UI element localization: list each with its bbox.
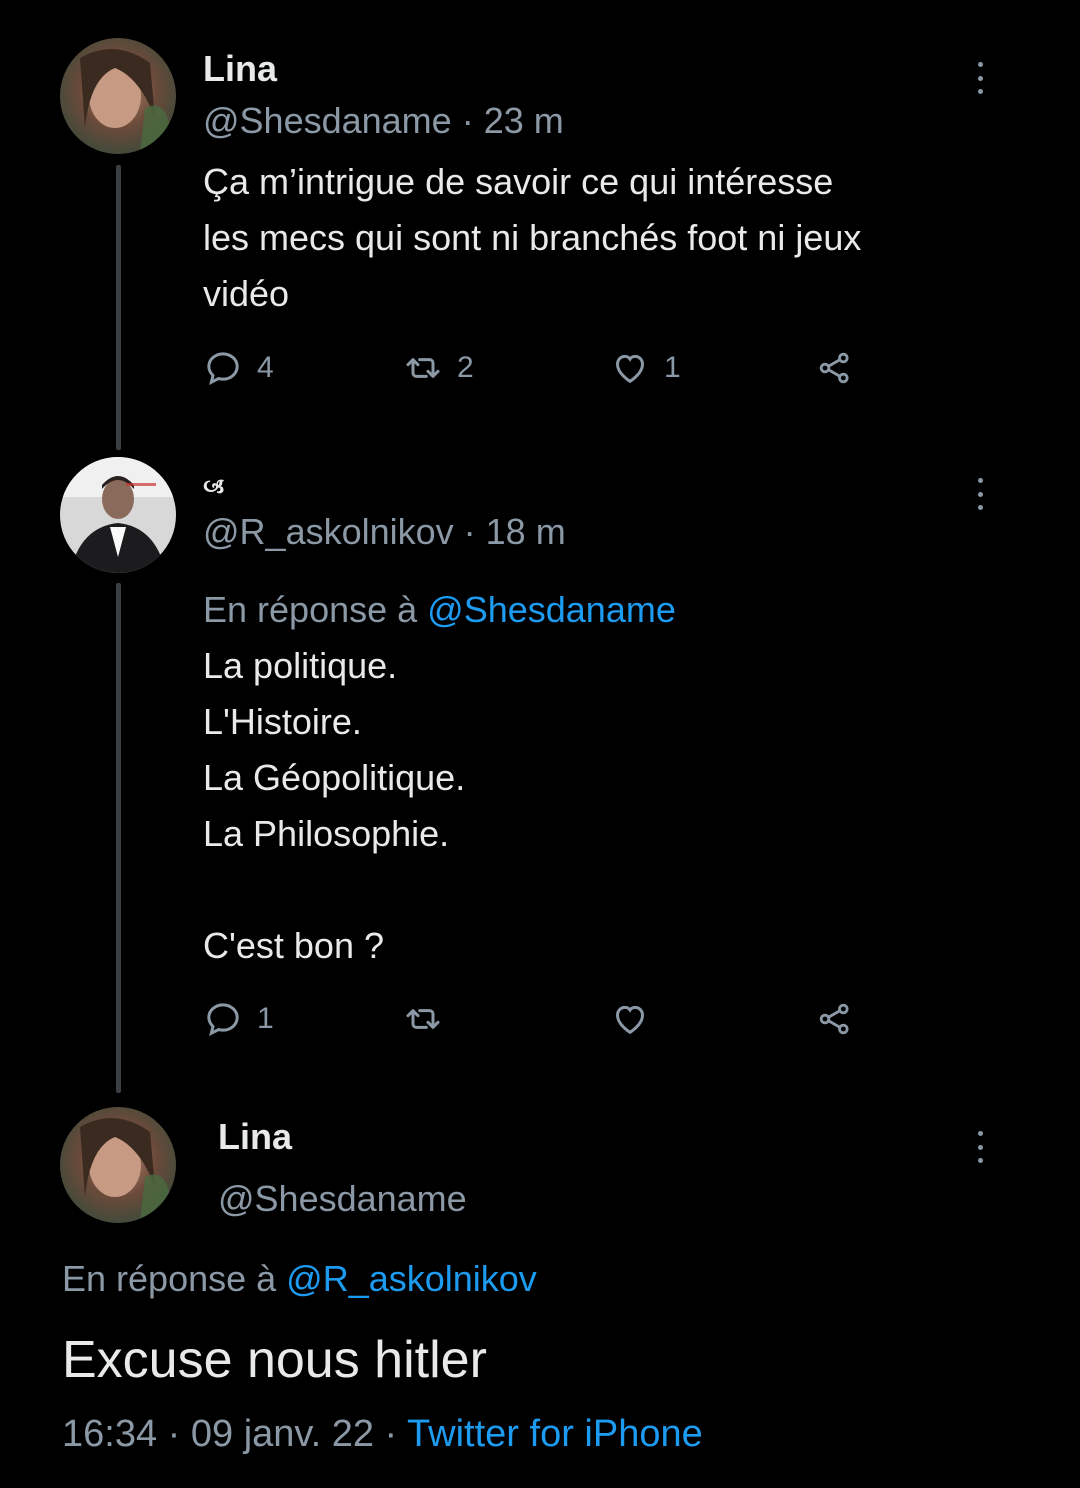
thread-line bbox=[116, 583, 121, 1093]
reply-button[interactable]: 1 bbox=[203, 997, 274, 1041]
tweet-text-line: La politique. bbox=[203, 645, 398, 686]
avatar[interactable] bbox=[60, 38, 176, 154]
tweet-text-line: les mecs qui sont ni branchés foot ni je… bbox=[203, 217, 862, 258]
like-count: 1 bbox=[664, 351, 681, 384]
share-button[interactable] bbox=[815, 997, 855, 1041]
retweet-icon bbox=[406, 358, 440, 378]
share-icon bbox=[819, 1003, 849, 1035]
tweet-text: Excuse nous hitler bbox=[62, 1331, 487, 1389]
author-handle[interactable]: @Shesdaname bbox=[203, 100, 452, 141]
reply-context: En réponse à @Shesdaname bbox=[203, 589, 676, 631]
tweet-actions: 4 2 1 bbox=[203, 346, 863, 390]
like-button[interactable]: 1 bbox=[610, 346, 681, 390]
reply-count: 4 bbox=[257, 351, 274, 384]
reply-context: En réponse à @R_askolnikov bbox=[62, 1258, 537, 1300]
author-handle-time[interactable]: @R_askolnikov · 18 m bbox=[203, 511, 566, 553]
mention-link[interactable]: @Shesdaname bbox=[427, 589, 676, 630]
source-link[interactable]: Twitter for iPhone bbox=[407, 1413, 703, 1455]
like-button[interactable] bbox=[610, 997, 650, 1041]
reply-prefix: En réponse à bbox=[203, 589, 428, 630]
tweet-date-time[interactable]: 16:34 · 09 janv. 22 · bbox=[62, 1413, 407, 1455]
author-handle-time[interactable]: @Shesdaname · 23 m bbox=[203, 100, 564, 142]
like-icon bbox=[615, 1005, 645, 1035]
tweet-actions: 1 bbox=[203, 997, 863, 1041]
tweet-text-line: L'Histoire. bbox=[203, 701, 362, 742]
reply-button[interactable]: 4 bbox=[203, 346, 274, 390]
separator: · bbox=[451, 100, 484, 141]
mention-link[interactable]: @R_askolnikov bbox=[286, 1258, 537, 1299]
author-name[interactable]: Lina bbox=[203, 48, 277, 90]
tweet-meta: 16:34 · 09 janv. 22 · Twitter for iPhone bbox=[62, 1413, 703, 1456]
tweet-text-line: vidéo bbox=[203, 273, 290, 314]
reply-icon bbox=[207, 1003, 239, 1036]
retweet-button[interactable]: 2 bbox=[403, 346, 474, 390]
tweet-text-line: La Philosophie. bbox=[203, 813, 450, 854]
author-name[interactable]: 🙢 bbox=[203, 470, 224, 508]
avatar[interactable] bbox=[60, 1107, 176, 1223]
retweet-icon bbox=[406, 1009, 440, 1029]
tweet-text-line: Ça m’intrigue de savoir ce qui intéresse bbox=[203, 161, 834, 202]
author-handle[interactable]: @Shesdaname bbox=[218, 1178, 467, 1220]
retweet-count: 2 bbox=[457, 351, 474, 384]
reply-icon bbox=[207, 352, 239, 385]
separator: · bbox=[453, 511, 486, 552]
tweet-text: Ça m’intrigue de savoir ce qui intéresse… bbox=[203, 154, 861, 322]
author-name[interactable]: Lina bbox=[218, 1116, 292, 1158]
tweet-text-line: La Géopolitique. bbox=[203, 757, 466, 798]
share-button[interactable] bbox=[815, 346, 855, 390]
tweet-text: La politique. L'Histoire. La Géopolitiqu… bbox=[203, 638, 465, 974]
reply-prefix: En réponse à bbox=[62, 1258, 287, 1299]
avatar[interactable] bbox=[60, 457, 176, 573]
timestamp[interactable]: 23 m bbox=[484, 100, 564, 141]
more-icon[interactable] bbox=[970, 1127, 990, 1167]
author-handle[interactable]: @R_askolnikov bbox=[203, 511, 454, 552]
timestamp[interactable]: 18 m bbox=[486, 511, 566, 552]
more-icon[interactable] bbox=[970, 474, 990, 514]
tweet-text-line: C'est bon ? bbox=[203, 925, 384, 966]
retweet-button[interactable] bbox=[403, 997, 443, 1041]
thread-line bbox=[116, 165, 121, 450]
more-icon[interactable] bbox=[970, 58, 990, 98]
like-icon bbox=[615, 354, 645, 384]
reply-count: 1 bbox=[257, 1002, 274, 1035]
share-icon bbox=[819, 352, 849, 384]
